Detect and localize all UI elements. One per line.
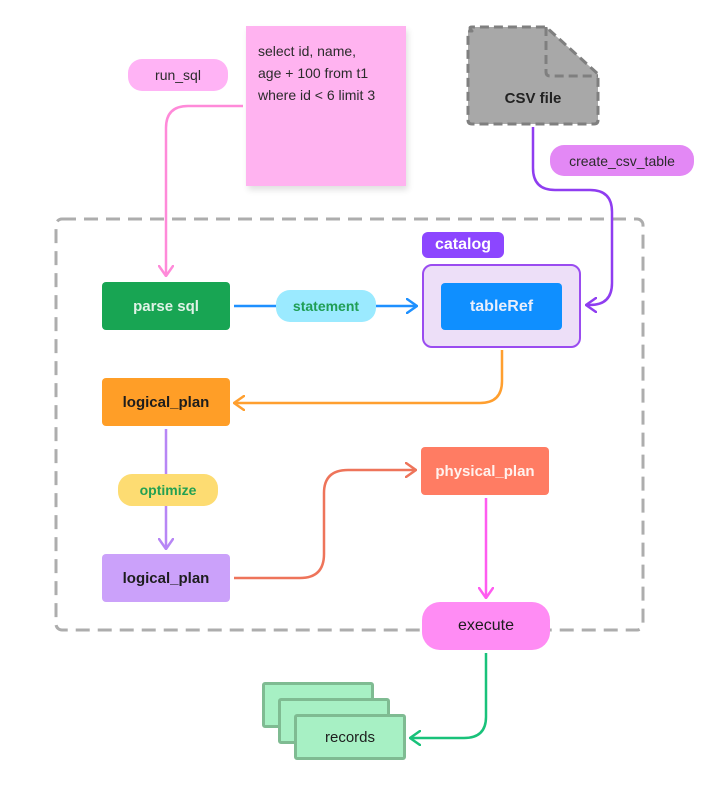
logical-plan-node[interactable]: logical_plan — [102, 378, 230, 426]
logical-plan-text: logical_plan — [122, 393, 210, 411]
sql-line: select id, name, — [258, 43, 357, 59]
execute-text: execute — [457, 617, 515, 634]
arrow-to-logical-plan — [234, 350, 504, 403]
arrow-run-sql — [166, 104, 243, 276]
catalog-text: catalog — [434, 236, 491, 253]
statement-label: statement — [276, 290, 376, 322]
execute-node[interactable]: execute — [422, 602, 550, 650]
catalog-badge: catalog — [422, 232, 504, 258]
parse-sql-text: parse sql — [133, 297, 199, 315]
optimized-logical-plan-text: logical_plan — [122, 569, 210, 587]
physical-plan-node[interactable]: physical_plan — [421, 447, 549, 495]
run-sql-text: run_sql — [155, 67, 201, 83]
csv-file-icon — [466, 25, 600, 126]
records-text: records — [324, 728, 376, 746]
table-ref-text: tableRef — [469, 297, 534, 315]
parse-sql-node[interactable]: parse sql — [102, 282, 230, 330]
record-card-front[interactable]: records — [294, 714, 406, 760]
arrow-to-records — [410, 653, 488, 738]
sql-line: age + 100 from t1 — [258, 65, 369, 81]
physical-plan-text: physical_plan — [435, 462, 535, 480]
records-stack: records — [262, 682, 408, 762]
optimize-label: optimize — [118, 474, 218, 506]
statement-text: statement — [292, 298, 360, 314]
optimized-logical-plan-node[interactable]: logical_plan — [102, 554, 230, 602]
csv-file-label: CSV file — [504, 90, 562, 107]
create-csv-table-text: create_csv_table — [569, 152, 675, 169]
create-csv-table-label: create_csv_table — [550, 145, 694, 176]
sql-sticky-note: select id, name, age + 100 from t1 where… — [246, 26, 406, 186]
arrow-to-physical-plan — [234, 470, 416, 580]
table-ref-node[interactable]: tableRef — [441, 283, 562, 330]
sql-line: where id < 6 limit 3 — [258, 87, 376, 103]
run-sql-label: run_sql — [128, 59, 228, 91]
optimize-text: optimize — [139, 482, 197, 498]
